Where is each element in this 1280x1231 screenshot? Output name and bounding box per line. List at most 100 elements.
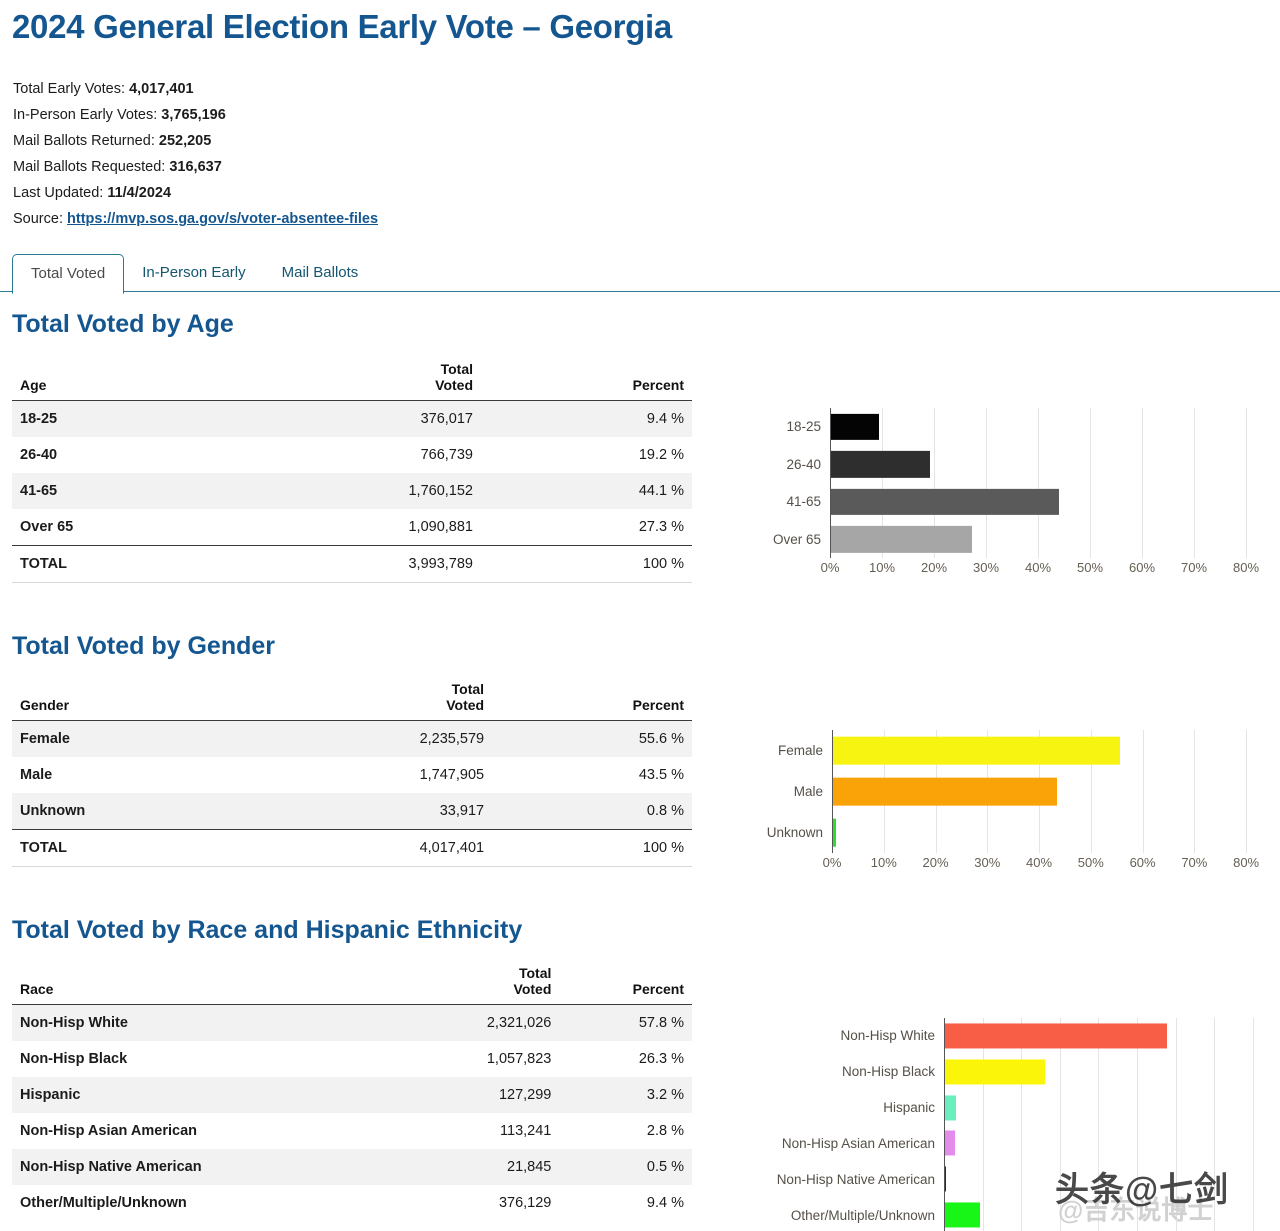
cell-percent: 100 % <box>481 546 692 583</box>
col-total-line2: Voted <box>446 697 484 713</box>
chart-gridline <box>1176 1090 1177 1126</box>
cell-voted: 2,235,579 <box>253 721 492 758</box>
chart-age: 18-2526-4041-65Over 650%10%20%30%40%50%6… <box>752 408 1272 580</box>
chart-gridline <box>1194 521 1195 559</box>
summary-row: Total Early Votes: 4,017,401 <box>13 76 378 102</box>
chart-x-axis: 0%10%20%30%40%50%60%70%80% <box>830 558 1272 580</box>
early-vote-dashboard: 2024 General Election Early Vote – Georg… <box>0 0 1280 1231</box>
chart-x-tick-label: 70% <box>1181 855 1207 870</box>
chart-gridline <box>1098 1090 1099 1126</box>
chart-bar-row: 41-65 <box>752 483 1272 521</box>
chart-x-tick-label: 20% <box>921 560 947 575</box>
chart-x-tick-label: 30% <box>974 855 1000 870</box>
chart-gridline <box>987 812 988 853</box>
col-gender: Gender <box>12 678 253 721</box>
chart-gridlines <box>944 1197 1272 1231</box>
chart-gridline <box>983 1197 984 1231</box>
chart-gridline <box>1090 408 1091 446</box>
chart-category-label: 26-40 <box>752 457 830 472</box>
source-label: Source: <box>13 211 63 227</box>
chart-gridline <box>1021 1125 1022 1161</box>
cell-percent: 3.2 % <box>559 1077 692 1113</box>
chart-x-axis: 0%10%20%30%40%50%60%70%80% <box>832 853 1272 875</box>
chart-bar-row: 18-25 <box>752 408 1272 446</box>
chart-bar <box>830 414 879 440</box>
chart-category-label: Non-Hisp White <box>752 1028 944 1043</box>
col-total-line1: Total <box>452 681 484 697</box>
chart-gridline <box>1038 446 1039 484</box>
chart-gridline <box>1253 1197 1254 1231</box>
chart-bar <box>944 1095 956 1120</box>
chart-bar-row: Non-Hisp Black <box>752 1054 1272 1090</box>
cell-voted: 113,241 <box>401 1113 559 1149</box>
chart-gridline <box>1137 1054 1138 1090</box>
chart-gridline <box>884 812 885 853</box>
chart-x-tick-label: 70% <box>1181 560 1207 575</box>
table-header-row: Gender Total Voted Percent <box>12 678 692 721</box>
chart-gridline <box>1253 1161 1254 1197</box>
chart-x-tick-label: 80% <box>1233 560 1259 575</box>
table-row: Unknown 33,917 0.8 % <box>12 793 692 830</box>
chart-x-tick-label: 40% <box>1025 560 1051 575</box>
summary-value: 316,637 <box>169 159 221 175</box>
chart-category-label: Unknown <box>760 825 832 840</box>
table-row: Female 2,235,579 55.6 % <box>12 721 692 758</box>
chart-gridline <box>1091 812 1092 853</box>
tab-mail-ballots[interactable]: Mail Ballots <box>264 254 377 292</box>
chart-gridline <box>1038 521 1039 559</box>
cell-voted: 766,739 <box>229 437 481 473</box>
chart-bar-row: Other/Multiple/Unknown <box>752 1197 1272 1231</box>
chart-gridline <box>1214 1161 1215 1197</box>
cell-percent: 27.3 % <box>481 509 692 546</box>
chart-gridline <box>1246 771 1247 812</box>
summary-value: 3,765,196 <box>161 107 226 123</box>
chart-bar-row: Non-Hisp Native American <box>752 1161 1272 1197</box>
cell-voted: 1,760,152 <box>229 473 481 509</box>
chart-gender: FemaleMaleUnknown0%10%20%30%40%50%60%70%… <box>760 730 1272 875</box>
chart-gridline <box>1137 1090 1138 1126</box>
chart-bar-track <box>830 483 1272 521</box>
chart-gridline <box>1143 812 1144 853</box>
chart-bar-row: Hispanic <box>752 1090 1272 1126</box>
cell-category: Non-Hisp Black <box>12 1041 401 1077</box>
summary-row: Mail Ballots Requested: 316,637 <box>13 154 378 180</box>
chart-gridline <box>1176 1054 1177 1090</box>
cell-percent: 43.5 % <box>492 757 692 793</box>
cell-voted: 3,993,789 <box>229 546 481 583</box>
chart-gridlines <box>944 1090 1272 1126</box>
chart-gridlines <box>830 408 1272 446</box>
chart-gridlines <box>944 1125 1272 1161</box>
table-gender: Gender Total Voted Percent Female 2,235,… <box>12 678 692 867</box>
chart-bar <box>830 526 972 552</box>
chart-gridline <box>1098 1161 1099 1197</box>
source-link[interactable]: https://mvp.sos.ga.gov/s/voter-absentee-… <box>67 211 378 227</box>
cell-voted: 33,917 <box>253 793 492 830</box>
chart-gridline <box>1090 483 1091 521</box>
chart-gridline <box>1246 408 1247 446</box>
chart-gridline <box>1214 1125 1215 1161</box>
chart-gridline <box>1194 730 1195 771</box>
col-race: Race <box>12 962 401 1005</box>
chart-x-tick-label: 40% <box>1026 855 1052 870</box>
chart-category-label: Hispanic <box>752 1100 944 1115</box>
tab-total-voted[interactable]: Total Voted <box>12 254 124 294</box>
chart-gridline <box>1176 1018 1177 1054</box>
chart-x-tick-label: 80% <box>1233 855 1259 870</box>
tab-in-person-early[interactable]: In-Person Early <box>124 254 263 292</box>
chart-gridline <box>1021 1161 1022 1197</box>
summary-stats: Total Early Votes: 4,017,401 In-Person E… <box>13 76 378 232</box>
chart-gridline <box>986 521 987 559</box>
cell-category: 26-40 <box>12 437 229 473</box>
chart-x-tick-label: 30% <box>973 560 999 575</box>
cell-percent: 55.6 % <box>492 721 692 758</box>
chart-category-label: 41-65 <box>752 494 830 509</box>
chart-bar <box>944 1167 946 1192</box>
chart-bar <box>830 489 1059 515</box>
chart-gridline <box>983 1090 984 1126</box>
table-row: Non-Hisp Asian American 113,241 2.8 % <box>12 1113 692 1149</box>
cell-percent: 100 % <box>492 830 692 867</box>
tab-bar: Total Voted In-Person Early Mail Ballots <box>0 250 1280 292</box>
chart-x-tick-label: 60% <box>1130 855 1156 870</box>
chart-bar-row: Male <box>760 771 1272 812</box>
chart-gridline <box>1253 1125 1254 1161</box>
